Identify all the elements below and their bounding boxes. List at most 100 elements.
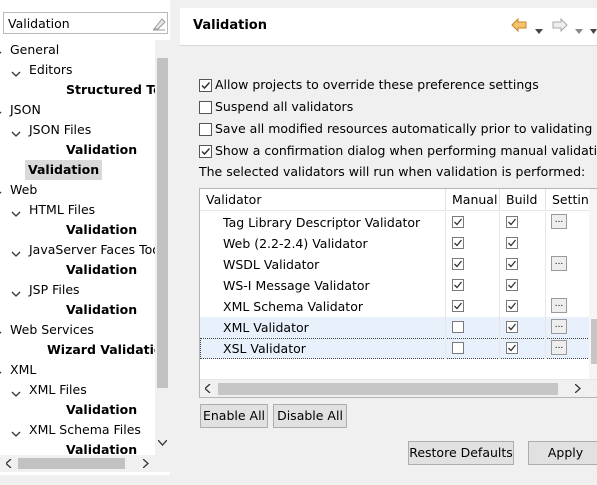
header-separator: [180, 45, 597, 46]
chevron-down-icon[interactable]: [0, 105, 2, 115]
chevron-down-icon[interactable]: [11, 245, 21, 257]
table-row[interactable]: XSL Validator...: [200, 338, 590, 359]
disable-all-button[interactable]: Disable All: [273, 404, 347, 428]
restore-defaults-button[interactable]: Restore Defaults: [408, 441, 514, 465]
tree-horizontal-scrollbar[interactable]: [0, 455, 170, 472]
tree-item[interactable]: Validation: [0, 160, 155, 180]
tree-item[interactable]: Validation: [0, 220, 155, 240]
tree-item[interactable]: Web Services: [0, 320, 155, 340]
tree-item[interactable]: JSON Files: [0, 120, 155, 140]
tree-item[interactable]: Editors: [0, 60, 155, 80]
chevron-down-icon[interactable]: [11, 205, 21, 217]
tree-item[interactable]: General: [0, 40, 155, 60]
chevron-down-icon[interactable]: [0, 45, 2, 55]
clear-filter-icon[interactable]: [151, 16, 167, 32]
build-checkbox[interactable]: [506, 300, 518, 312]
table-row[interactable]: Web (2.2-2.4) Validator: [200, 233, 590, 254]
build-checkbox[interactable]: [506, 237, 518, 249]
chevron-down-icon[interactable]: [11, 385, 21, 397]
chevron-down-icon[interactable]: [11, 425, 21, 437]
manual-checkbox[interactable]: [452, 342, 464, 354]
tree-item[interactable]: Validation: [0, 440, 155, 455]
build-checkbox[interactable]: [506, 321, 518, 333]
checkbox-box[interactable]: [199, 79, 212, 92]
checkbox-box[interactable]: [199, 101, 212, 114]
column-header-manual[interactable]: Manual: [446, 189, 500, 211]
validator-settings-button[interactable]: ...: [551, 214, 567, 229]
checkbox-box[interactable]: [199, 123, 212, 136]
tree-item-label: Web: [10, 182, 38, 197]
tree-item-label: Validation: [66, 442, 138, 455]
table-horizontal-scroll-thumb[interactable]: [218, 383, 558, 395]
validator-settings-button[interactable]: ...: [551, 340, 567, 355]
scroll-right-icon[interactable]: [143, 459, 149, 468]
build-checkbox[interactable]: [506, 342, 518, 354]
table-row[interactable]: WS-I Message Validator: [200, 275, 590, 296]
tree-item[interactable]: HTML Files: [0, 200, 155, 220]
tree-item[interactable]: Structured Text: [0, 80, 155, 100]
chevron-down-icon[interactable]: [11, 65, 21, 77]
tree-item-label: JSON Files: [29, 122, 92, 137]
manual-checkbox[interactable]: [452, 321, 464, 333]
chevron-down-icon[interactable]: [0, 185, 2, 195]
build-checkbox[interactable]: [506, 279, 518, 291]
build-checkbox[interactable]: [506, 216, 518, 228]
table-row[interactable]: WSDL Validator...: [200, 254, 590, 275]
tree-item[interactable]: JSON: [0, 100, 155, 120]
column-header-validator[interactable]: Validator: [200, 189, 446, 211]
tree-item[interactable]: Wizard Validation: [0, 340, 155, 360]
table-row[interactable]: Tag Library Descriptor Validator...: [200, 212, 590, 233]
manual-checkbox[interactable]: [452, 258, 464, 270]
column-header-build[interactable]: Build: [500, 189, 546, 211]
validator-name-cell: XSL Validator: [200, 338, 446, 359]
tree-item[interactable]: Validation: [0, 400, 155, 420]
tree-vertical-scrollbar[interactable]: [155, 40, 170, 455]
tree-item[interactable]: XML Schema Files: [0, 420, 155, 440]
filter-input[interactable]: Validation: [3, 12, 168, 34]
back-history-dropdown-icon[interactable]: [535, 22, 543, 37]
build-cell: [500, 317, 546, 338]
build-cell: [500, 212, 546, 233]
manual-checkbox[interactable]: [452, 216, 464, 228]
view-menu-icon[interactable]: [590, 22, 597, 37]
validators-table: Validator Manual Build Settings Tag Libr…: [199, 188, 597, 398]
panel-sash[interactable]: [170, 0, 180, 485]
build-checkbox[interactable]: [506, 258, 518, 270]
tree-item[interactable]: Validation: [0, 260, 155, 280]
tree-horizontal-scroll-thumb[interactable]: [18, 458, 125, 469]
tree-item[interactable]: Validation: [0, 140, 155, 160]
chevron-down-icon[interactable]: [11, 285, 21, 297]
validator-settings-button[interactable]: ...: [551, 256, 567, 271]
table-row[interactable]: XML Schema Validator...: [200, 296, 590, 317]
scroll-left-icon[interactable]: [6, 459, 12, 468]
tree-item[interactable]: XML Files: [0, 380, 155, 400]
table-row[interactable]: XML Validator...: [200, 317, 590, 338]
tree-item[interactable]: JSP Files: [0, 280, 155, 300]
validator-settings-button[interactable]: ...: [551, 298, 567, 313]
checkbox-box[interactable]: [199, 145, 212, 158]
manual-checkbox[interactable]: [452, 300, 464, 312]
manual-checkbox[interactable]: [452, 279, 464, 291]
validator-settings-button[interactable]: ...: [551, 319, 567, 334]
enable-all-button[interactable]: Enable All: [200, 404, 268, 428]
back-arrow-icon[interactable]: [511, 17, 527, 35]
table-horizontal-scrollbar[interactable]: [200, 379, 597, 397]
table-vertical-scrollbar[interactable]: [589, 189, 597, 379]
forward-arrow-icon[interactable]: [552, 17, 568, 35]
tree-item[interactable]: JavaServer Faces Tools: [0, 240, 155, 260]
scroll-down-icon[interactable]: [158, 440, 167, 446]
tree-item[interactable]: Web: [0, 180, 155, 200]
apply-button[interactable]: Apply: [528, 441, 597, 465]
tree-item-label: JSON: [10, 102, 41, 117]
tree-item[interactable]: Validation: [0, 300, 155, 320]
tree-vertical-scroll-thumb[interactable]: [157, 58, 168, 388]
scroll-right-icon[interactable]: [575, 384, 581, 393]
table-vertical-scroll-thumb[interactable]: [591, 319, 597, 364]
scroll-left-icon[interactable]: [205, 384, 211, 393]
chevron-down-icon[interactable]: [0, 325, 2, 335]
manual-checkbox[interactable]: [452, 237, 464, 249]
forward-history-dropdown-icon[interactable]: [575, 22, 583, 37]
chevron-down-icon[interactable]: [0, 365, 2, 375]
tree-item[interactable]: XML: [0, 360, 155, 380]
chevron-down-icon[interactable]: [11, 125, 21, 137]
